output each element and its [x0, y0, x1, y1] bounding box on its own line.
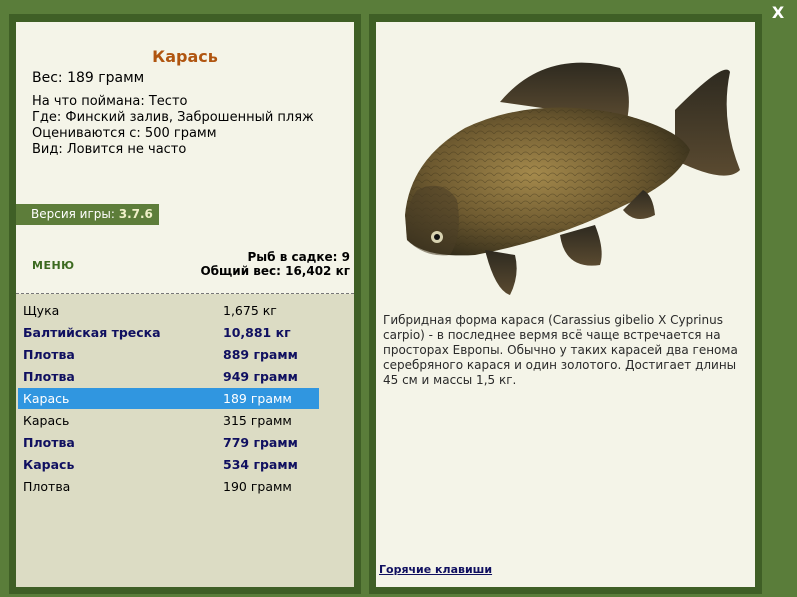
catch-row[interactable]: Карась 534 грамм: [18, 454, 319, 475]
fish-title: Карась: [152, 47, 218, 66]
keepnet-total-weight: Общий вес: 16,402 кг: [200, 264, 350, 278]
catch-row[interactable]: Щука 1,675 кг: [18, 300, 319, 321]
version-number: 3.7.6: [118, 207, 153, 221]
close-button[interactable]: X: [769, 4, 787, 22]
close-icon[interactable]: X: [772, 3, 784, 22]
catch-row-name: Плотва: [23, 479, 71, 494]
catch-row[interactable]: Плотва 190 грамм: [18, 476, 319, 497]
catch-row-weight: 315 грамм: [223, 413, 292, 428]
catch-row-weight: 534 грамм: [223, 457, 298, 472]
menu-button[interactable]: МЕНЮ: [32, 259, 75, 272]
catch-row-name: Балтийская треска: [23, 325, 161, 340]
keepnet-summary: Рыб в садке: 9 Общий вес: 16,402 кг: [200, 250, 350, 278]
catch-row-name: Плотва: [23, 347, 75, 362]
catch-row-weight: 949 грамм: [223, 369, 298, 384]
catch-row-weight: 779 грамм: [223, 435, 298, 450]
location-label: Где: Финский залив, Заброшенный пляж: [32, 110, 314, 125]
fish-details: На что поймана: Тесто Где: Финский залив…: [32, 94, 314, 158]
catch-row-weight: 190 грамм: [223, 479, 292, 494]
catch-row-weight: 189 грамм: [223, 391, 292, 406]
catch-row-weight: 889 грамм: [223, 347, 298, 362]
catch-row[interactable]: Плотва 949 грамм: [18, 366, 319, 387]
catch-row[interactable]: Плотва 889 грамм: [18, 344, 319, 365]
catch-row-weight: 10,881 кг: [223, 325, 291, 340]
catch-row[interactable]: Плотва 779 грамм: [18, 432, 319, 453]
catch-row[interactable]: Карась 315 грамм: [18, 410, 319, 431]
catch-row-name: Карась: [23, 413, 70, 428]
keepnet-count: Рыб в садке: 9: [247, 250, 351, 264]
valued-from-label: Оцениваются с: 500 грамм: [32, 126, 217, 141]
catch-row-name: Плотва: [23, 369, 75, 384]
catch-row[interactable]: Карась 189 грамм: [18, 388, 319, 409]
fish-description: Гибридная форма карася (Carassius gibeli…: [383, 313, 738, 387]
catch-row-name: Карась: [23, 391, 70, 406]
fish-weight: Вес: 189 грамм: [32, 70, 145, 86]
catch-row[interactable]: Балтийская треска 10,881 кг: [18, 322, 319, 343]
version-bar: Версия игры: 3.7.6: [16, 204, 159, 225]
catch-row-name: Плотва: [23, 435, 75, 450]
fish-image: [405, 62, 740, 295]
rarity-label: Вид: Ловится не часто: [32, 142, 187, 157]
hotkeys-link[interactable]: Горячие клавиши: [379, 563, 492, 576]
caught-on-label: На что поймана: Тесто: [32, 94, 188, 109]
catch-row-name: Щука: [23, 303, 60, 318]
catch-row-weight: 1,675 кг: [223, 303, 277, 318]
catch-row-name: Карась: [23, 457, 75, 472]
version-label: Версия игры:: [31, 207, 115, 221]
